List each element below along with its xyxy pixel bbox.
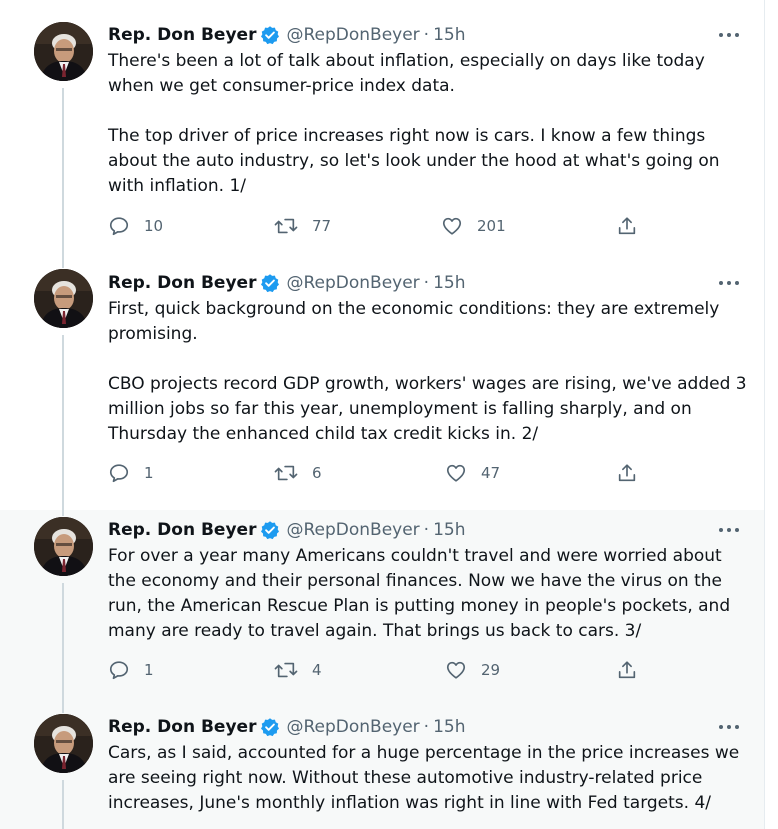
tweet[interactable]: Rep. Don Beyer @RepDonBeyer · 15h There'… [0,0,764,262]
like-count: 29 [481,661,501,679]
like-count: 47 [481,464,501,482]
retweet-button[interactable]: 4 [274,659,322,681]
reply-icon [108,659,130,681]
tweet-header: Rep. Don Beyer @RepDonBeyer · 15h [108,24,465,46]
tweet-header: Rep. Don Beyer @RepDonBeyer · 15h [108,272,465,294]
reply-count: 1 [144,661,154,679]
share-icon [616,215,638,237]
share-button[interactable] [616,462,638,484]
reply-button[interactable]: 1 [108,659,154,681]
thread-connector-line [62,335,64,510]
timestamp[interactable]: 15h [433,717,465,737]
reply-count: 1 [144,464,154,482]
share-button[interactable] [616,659,638,681]
retweet-icon [274,462,298,484]
retweet-icon [274,215,298,237]
like-button[interactable]: 201 [441,215,506,237]
like-button[interactable]: 47 [445,462,500,484]
tweet-paragraph: CBO projects record GDP growth, workers'… [108,374,747,444]
author-handle[interactable]: @RepDonBeyer [286,520,419,540]
separator-dot: · [423,717,430,737]
tweet-paragraph: The top driver of price increases right … [108,126,720,196]
tweet-paragraph: Cars, as I said, accounted for a huge pe… [108,743,740,813]
retweet-count: 4 [312,661,322,679]
like-heart-icon [441,215,463,237]
tweet[interactable]: Rep. Don Beyer @RepDonBeyer · 15h Cars, … [0,707,764,829]
author-name[interactable]: Rep. Don Beyer [108,717,256,737]
more-dots-icon[interactable] [716,517,742,543]
verified-badge-icon [260,25,280,45]
like-heart-icon [445,462,467,484]
more-dots-icon[interactable] [716,270,742,296]
share-button[interactable] [616,215,638,237]
author-name[interactable]: Rep. Don Beyer [108,273,256,293]
more-dots-icon[interactable] [716,714,742,740]
thread-connector-line [62,262,64,268]
timestamp[interactable]: 15h [433,520,465,540]
verified-badge-icon [260,273,280,293]
reply-count: 10 [144,217,164,235]
thread-connector-line [62,510,64,516]
verified-badge-icon [260,520,280,540]
tweet-text: Cars, as I said, accounted for a huge pe… [108,741,748,816]
thread-connector-line [62,88,64,262]
reply-button[interactable]: 1 [108,462,154,484]
tweet-paragraph: First, quick background on the economic … [108,299,720,344]
author-handle[interactable]: @RepDonBeyer [286,25,419,45]
tweet[interactable]: Rep. Don Beyer @RepDonBeyer · 15h For ov… [0,510,764,707]
tweet-paragraph: There's been a lot of talk about inflati… [108,51,705,96]
tweet-actions: 1 6 47 [108,462,648,486]
author-handle[interactable]: @RepDonBeyer [286,273,419,293]
separator-dot: · [423,25,430,45]
reply-icon [108,462,130,484]
thread-connector-line [62,583,64,707]
tweet-actions: 1 4 29 [108,659,648,683]
reply-icon [108,215,130,237]
author-name[interactable]: Rep. Don Beyer [108,520,256,540]
retweet-button[interactable]: 6 [274,462,322,484]
retweet-icon [274,659,298,681]
tweet-thread: Rep. Don Beyer @RepDonBeyer · 15h There'… [0,0,765,829]
retweet-button[interactable]: 77 [274,215,331,237]
tweet-paragraph: For over a year many Americans couldn't … [108,546,731,641]
separator-dot: · [423,520,430,540]
timestamp[interactable]: 15h [433,273,465,293]
separator-dot: · [423,273,430,293]
tweet-text: For over a year many Americans couldn't … [108,544,748,644]
tweet[interactable]: Rep. Don Beyer @RepDonBeyer · 15h First,… [0,262,764,510]
like-button[interactable]: 29 [445,659,500,681]
share-icon [616,659,638,681]
avatar[interactable] [34,22,93,81]
reply-button[interactable]: 10 [108,215,163,237]
tweet-text: There's been a lot of talk about inflati… [108,49,748,199]
more-dots-icon[interactable] [716,22,742,48]
tweet-text: First, quick background on the economic … [108,297,748,447]
share-icon [616,462,638,484]
like-count: 201 [477,217,506,235]
tweet-header: Rep. Don Beyer @RepDonBeyer · 15h [108,716,465,738]
avatar[interactable] [34,517,93,576]
like-heart-icon [445,659,467,681]
retweet-count: 77 [312,217,332,235]
avatar[interactable] [34,714,93,773]
author-name[interactable]: Rep. Don Beyer [108,25,256,45]
tweet-actions: 10 77 201 [108,215,648,239]
retweet-count: 6 [312,464,322,482]
thread-connector-line [62,707,64,713]
thread-connector-line [62,780,64,829]
tweet-header: Rep. Don Beyer @RepDonBeyer · 15h [108,519,465,541]
timestamp[interactable]: 15h [433,25,465,45]
author-handle[interactable]: @RepDonBeyer [286,717,419,737]
verified-badge-icon [260,717,280,737]
avatar[interactable] [34,269,93,328]
